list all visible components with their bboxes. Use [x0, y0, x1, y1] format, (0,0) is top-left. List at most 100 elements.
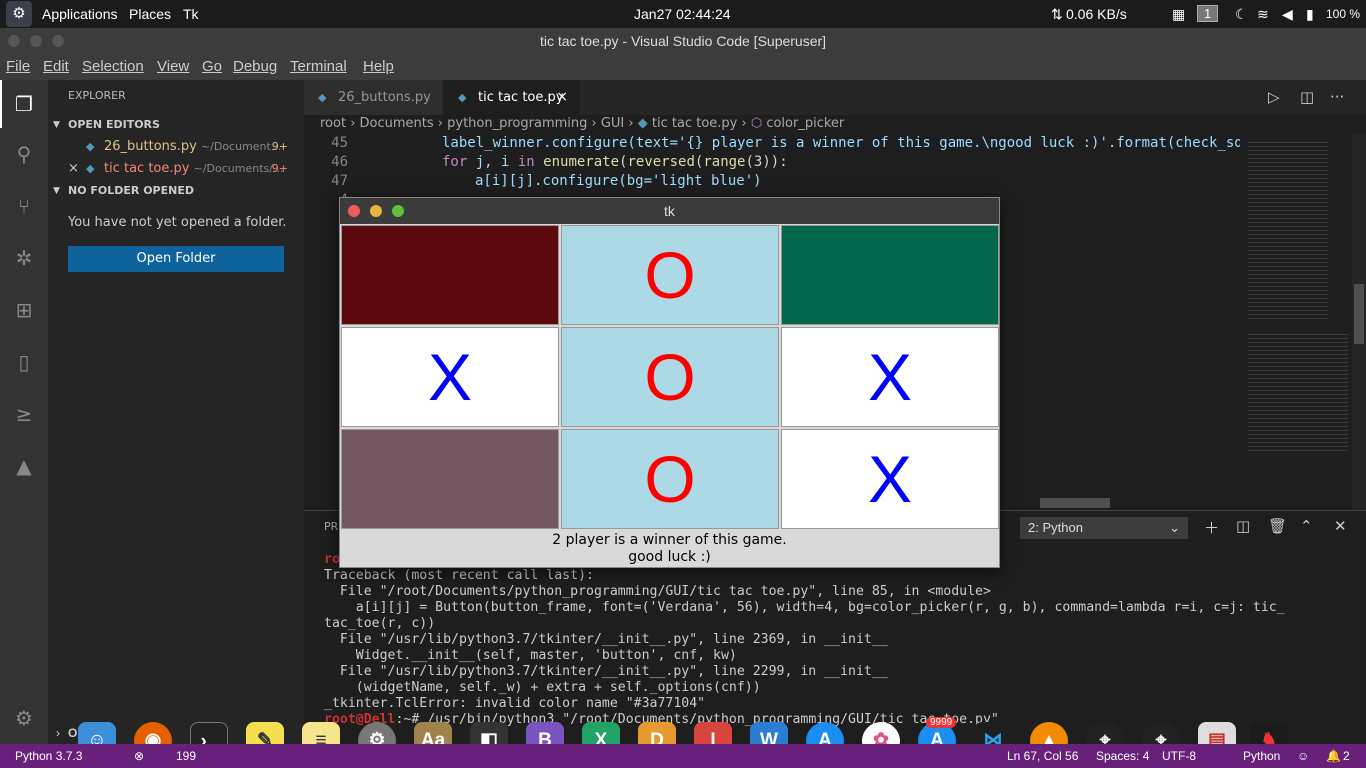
minimize-window-button[interactable]: [30, 35, 42, 47]
indentation[interactable]: Spaces: 4: [1096, 749, 1149, 763]
battery-level: 100 %: [1326, 7, 1361, 21]
warning-count[interactable]: 199: [176, 749, 196, 763]
places-menu[interactable]: Places: [129, 6, 171, 22]
debug-icon[interactable]: ✲: [10, 244, 38, 272]
close-tab-icon[interactable]: ×: [556, 80, 568, 115]
panel-tab[interactable]: PR: [324, 520, 338, 533]
maximize-window-button[interactable]: [52, 35, 64, 47]
line-number: 46: [331, 154, 348, 170]
file-name: 26_buttons.py: [104, 139, 197, 154]
clock[interactable]: Jan27 02:44:24: [634, 6, 731, 22]
close-icon[interactable]: ×: [68, 158, 79, 180]
encoding[interactable]: UTF-8: [1162, 749, 1196, 763]
python-file-icon: ◆: [318, 91, 327, 104]
kali-logo-icon[interactable]: ⚙: [6, 1, 32, 27]
board-cell-button[interactable]: X: [341, 327, 559, 427]
new-terminal-icon[interactable]: ＋: [1204, 517, 1219, 538]
wifi-icon[interactable]: ≋: [1257, 6, 1269, 23]
more-actions-icon[interactable]: ···: [1330, 88, 1344, 106]
board-cell-button[interactable]: O: [561, 429, 779, 529]
close-window-button[interactable]: [8, 35, 20, 47]
minimap[interactable]: [1240, 134, 1352, 510]
breadcrumb-gui[interactable]: GUI: [601, 116, 624, 131]
outline-section[interactable]: O: [68, 726, 77, 740]
tk-window: tk OXOXOX 2 player is a winner of this g…: [339, 197, 1000, 568]
winner-line: 2 player is a winner of this game.: [552, 532, 787, 548]
tk-app-menu[interactable]: Tk: [183, 6, 199, 22]
menu-edit[interactable]: Edit: [43, 58, 69, 75]
remote-explorer-icon[interactable]: ▯: [10, 348, 38, 376]
extensions-icon[interactable]: ⊞: [10, 296, 38, 324]
error-icon[interactable]: ⊗: [134, 749, 144, 763]
chevron-down-icon: ▼: [53, 120, 60, 130]
board-cell-button[interactable]: O: [561, 327, 779, 427]
open-editors-section[interactable]: ▼ OPEN EDITORS: [48, 114, 304, 136]
python-file-icon: ◆: [86, 140, 95, 153]
search-icon[interactable]: ⚲: [10, 140, 38, 168]
open-editor-item[interactable]: × ◆ tic tac toe.py ~/Documents/... 9+: [48, 158, 304, 180]
trash-icon[interactable]: 🗑: [1268, 517, 1287, 535]
window-title: tic tac toe.py - Visual Studio Code [Sup…: [539, 33, 827, 49]
cursor-position[interactable]: Ln 67, Col 56: [1007, 749, 1078, 763]
terminal-select[interactable]: 2: Python ⌄: [1020, 517, 1188, 539]
open-editor-item[interactable]: ◆ 26_buttons.py ~/Document... 9+: [48, 136, 304, 158]
board-cell-button[interactable]: X: [781, 429, 999, 529]
breadcrumb-documents[interactable]: Documents: [360, 116, 434, 131]
terminal-line: Traceback (most recent call last):: [324, 568, 594, 583]
breadcrumb-root[interactable]: root: [320, 116, 346, 131]
azure-icon[interactable]: ▲: [10, 452, 38, 480]
video-icon: ▦: [1172, 6, 1186, 22]
terminal-line: File "/usr/lib/python3.7/tkinter/__init_…: [324, 664, 888, 679]
board-cell-button[interactable]: X: [781, 327, 999, 427]
close-panel-icon[interactable]: ✕: [1334, 517, 1347, 535]
battery-icon[interactable]: ▮: [1306, 6, 1314, 23]
terminal-view-icon[interactable]: ≥: [10, 400, 38, 428]
file-path: ~/Documents/...: [193, 162, 284, 175]
explorer-icon[interactable]: ❐: [10, 90, 38, 118]
no-folder-section[interactable]: ▼ NO FOLDER OPENED: [48, 180, 304, 202]
board-cell-button[interactable]: O: [561, 225, 779, 325]
menu-go[interactable]: Go: [202, 58, 222, 75]
board-cell-button[interactable]: [341, 225, 559, 325]
tab-26-buttons[interactable]: ◆ 26_buttons.py: [304, 80, 442, 115]
line-number: 45: [331, 135, 348, 151]
chevron-down-icon: ⌄: [1169, 520, 1180, 535]
python-interpreter[interactable]: Python 3.7.3: [15, 749, 82, 763]
menu-terminal[interactable]: Terminal: [290, 58, 347, 75]
chevron-right-icon[interactable]: ›: [56, 726, 60, 740]
split-editor-icon[interactable]: ◫: [1300, 88, 1314, 106]
run-icon[interactable]: ▷: [1268, 88, 1280, 106]
maximize-window-button[interactable]: [392, 205, 404, 217]
menu-help[interactable]: Help: [363, 58, 394, 75]
workspace-indicator[interactable]: 1: [1197, 5, 1219, 22]
activity-bar: ❐ ⚲ ⑂ ✲ ⊞ ▯ ≥ ▲ ⚙: [0, 80, 48, 744]
board-cell-button[interactable]: [341, 429, 559, 529]
maximize-panel-icon[interactable]: ⌃: [1300, 517, 1313, 535]
night-mode-icon[interactable]: ☾: [1235, 6, 1248, 23]
split-terminal-icon[interactable]: ◫: [1236, 517, 1250, 535]
menu-debug[interactable]: Debug: [233, 58, 277, 75]
board-cell-button[interactable]: [781, 225, 999, 325]
open-folder-button[interactable]: Open Folder: [68, 246, 284, 272]
network-speed: 0.06 KB/s: [1066, 6, 1127, 22]
breadcrumb-symbol[interactable]: color_picker: [766, 116, 844, 131]
language-mode[interactable]: Python: [1243, 749, 1280, 763]
close-window-button[interactable]: [348, 205, 360, 217]
bell-icon[interactable]: 🔔: [1326, 749, 1341, 763]
explorer-title: EXPLORER: [68, 89, 126, 102]
tk-title: tk: [664, 203, 675, 219]
feedback-icon[interactable]: ☺: [1297, 749, 1309, 763]
tab-tic-tac-toe[interactable]: ◆ tic tac toe.py ×: [444, 80, 580, 115]
horizontal-scrollbar[interactable]: [1040, 498, 1110, 508]
volume-icon[interactable]: ◀: [1282, 6, 1293, 23]
terminal-line: Widget.__init__(self, master, 'button', …: [324, 648, 737, 663]
applications-menu[interactable]: Applications: [42, 6, 118, 22]
minimize-window-button[interactable]: [370, 205, 382, 217]
vertical-scrollbar[interactable]: [1352, 134, 1366, 510]
menu-selection[interactable]: Selection: [82, 58, 144, 75]
breadcrumb-file[interactable]: tic tac toe.py: [652, 116, 737, 131]
breadcrumb-folder[interactable]: python_programming: [447, 116, 587, 131]
menu-view[interactable]: View: [157, 58, 189, 75]
source-control-icon[interactable]: ⑂: [10, 192, 38, 220]
menu-file[interactable]: File: [6, 58, 30, 75]
